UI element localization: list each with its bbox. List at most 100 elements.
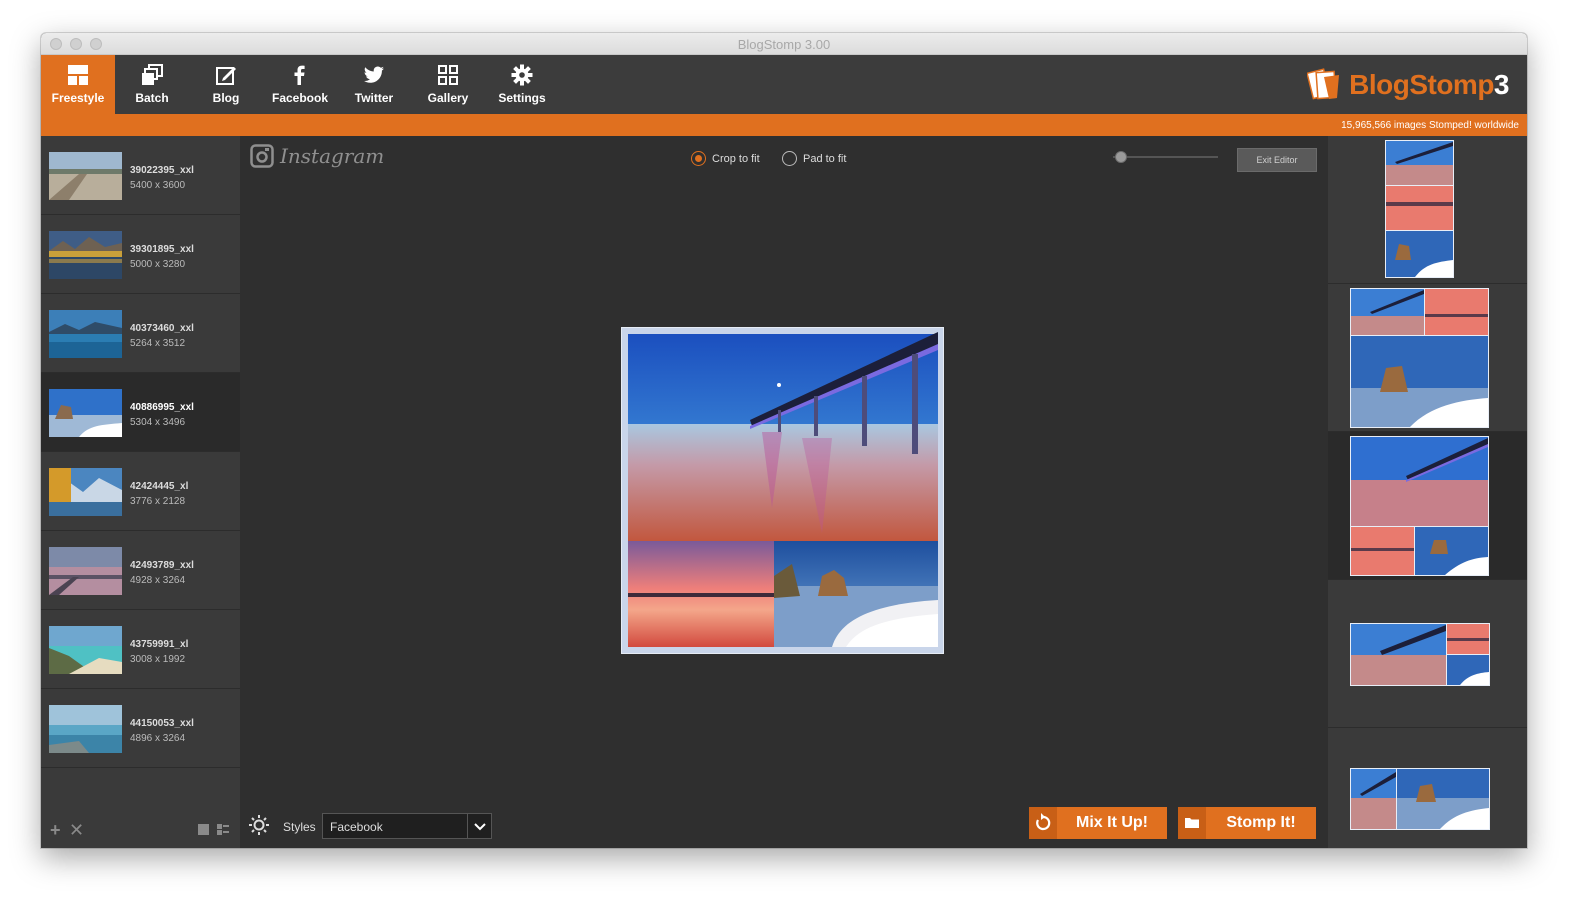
image-list-item[interactable]: 39301895_xxl 5000 x 3280 bbox=[41, 215, 240, 294]
crop-to-fit-option[interactable]: Crop to fit bbox=[691, 151, 760, 166]
styles-selected-value: Facebook bbox=[330, 820, 383, 834]
tab-twitter[interactable]: Twitter bbox=[337, 55, 411, 114]
mix-it-up-button[interactable]: Mix It Up! bbox=[1029, 807, 1167, 839]
stomp-it-button[interactable]: Stomp It! bbox=[1178, 807, 1316, 839]
tab-gallery[interactable]: Gallery bbox=[411, 55, 485, 114]
logo-version: 3 bbox=[1493, 69, 1510, 100]
layout-option-wide-split[interactable] bbox=[1328, 580, 1527, 728]
blogstomp-logo: BlogStomp3 bbox=[1307, 65, 1510, 105]
styles-label: Styles bbox=[283, 820, 316, 834]
image-thumbnail bbox=[49, 626, 122, 674]
layout-thumbnail bbox=[1350, 623, 1490, 686]
image-dimensions: 5000 x 3280 bbox=[130, 259, 186, 270]
preset-name: Instagram bbox=[280, 144, 385, 168]
layout-option-one-over-two[interactable] bbox=[1328, 432, 1527, 580]
freestyle-icon bbox=[68, 65, 88, 85]
instagram-icon bbox=[250, 144, 274, 168]
image-list-item[interactable]: 42493789_xxl 4928 x 3264 bbox=[41, 531, 240, 610]
tab-label: Blog bbox=[212, 91, 240, 105]
remove-image-icon[interactable]: ✕ bbox=[69, 820, 84, 841]
twitter-icon bbox=[363, 66, 384, 83]
stomp-logo-icon bbox=[1307, 68, 1340, 100]
exit-editor-button[interactable]: Exit Editor bbox=[1237, 148, 1317, 172]
image-name: 42493789_xxl bbox=[130, 560, 194, 571]
pad-radio[interactable] bbox=[782, 151, 797, 166]
image-name: 39301895_xxl bbox=[130, 244, 194, 255]
gallery-grid-icon bbox=[438, 65, 458, 85]
layout-thumbnail bbox=[1350, 436, 1489, 576]
pad-label: Pad to fit bbox=[803, 152, 847, 165]
image-list-item[interactable]: 40373460_xxl 5264 x 3512 bbox=[41, 294, 240, 373]
tab-freestyle[interactable]: Freestyle bbox=[41, 55, 115, 114]
window-title: BlogStomp 3.00 bbox=[737, 37, 831, 52]
tab-label: Gallery bbox=[427, 91, 469, 105]
tab-batch[interactable]: Batch bbox=[115, 55, 189, 114]
layout-thumbnail bbox=[1350, 288, 1489, 428]
batch-icon bbox=[142, 64, 163, 85]
layout-options-panel bbox=[1328, 136, 1527, 848]
image-thumbnail bbox=[49, 705, 122, 753]
image-name: 42424445_xl bbox=[130, 481, 189, 492]
facebook-icon bbox=[294, 65, 305, 85]
image-list-footer: + ✕ bbox=[41, 808, 240, 848]
image-name: 40886995_xxl bbox=[130, 402, 194, 413]
mix-it-up-label: Mix It Up! bbox=[1076, 814, 1148, 831]
image-thumbnail bbox=[49, 468, 122, 516]
stomp-counter: 15,965,566 images Stomped! worldwide bbox=[1341, 120, 1519, 131]
layout-thumbnail bbox=[1385, 140, 1454, 278]
preset-header: Instagram bbox=[250, 144, 384, 168]
gear-icon bbox=[511, 64, 533, 86]
tab-label: Settings bbox=[498, 91, 546, 105]
styles-dropdown[interactable]: Facebook bbox=[322, 813, 492, 839]
status-bar: 15,965,566 images Stomped! worldwide bbox=[41, 114, 1527, 136]
image-dimensions: 5400 x 3600 bbox=[130, 180, 186, 191]
tab-label: Facebook bbox=[271, 91, 328, 105]
image-name: 44150053_xxl bbox=[130, 718, 194, 729]
add-image-icon[interactable]: + bbox=[50, 820, 61, 841]
logo-wordmark: BlogStomp3 bbox=[1349, 69, 1509, 101]
tab-label: Freestyle bbox=[51, 91, 105, 105]
image-thumbnail bbox=[49, 389, 122, 437]
tab-label: Batch bbox=[135, 91, 169, 105]
pad-to-fit-option[interactable]: Pad to fit bbox=[782, 151, 846, 166]
blog-edit-icon bbox=[216, 67, 236, 85]
collage-preview bbox=[628, 332, 938, 647]
image-name: 40373460_xxl bbox=[130, 323, 194, 334]
image-dimensions: 5304 x 3496 bbox=[130, 417, 186, 428]
tab-facebook[interactable]: Facebook bbox=[263, 55, 337, 114]
tab-blog[interactable]: Blog bbox=[189, 55, 263, 114]
stomp-it-label: Stomp It! bbox=[1226, 814, 1296, 831]
layout-option-two-over-one[interactable] bbox=[1328, 284, 1527, 432]
zoom-slider-handle[interactable] bbox=[1115, 151, 1127, 163]
layout-option-vertical-three[interactable] bbox=[1328, 136, 1527, 284]
image-thumbnail bbox=[49, 547, 122, 595]
image-list-item[interactable]: 39022395_xxl 5400 x 3600 bbox=[41, 136, 240, 215]
image-thumbnail bbox=[49, 310, 122, 358]
image-dimensions: 4928 x 3264 bbox=[130, 575, 186, 586]
crop-radio[interactable] bbox=[691, 151, 706, 166]
image-name: 43759991_xl bbox=[130, 639, 189, 650]
layout-thumbnail bbox=[1350, 768, 1490, 830]
app-window: BlogStomp 3.00 Freestyle Batch Blog Face… bbox=[41, 33, 1527, 848]
layout-option-side-by-side[interactable] bbox=[1328, 728, 1527, 848]
zoom-slider[interactable] bbox=[1113, 151, 1218, 163]
image-thumbnail bbox=[49, 152, 122, 200]
brightness-icon[interactable] bbox=[249, 815, 269, 835]
image-list-item-selected[interactable]: 40886995_xxl 5304 x 3496 bbox=[41, 373, 240, 452]
image-name: 39022395_xxl bbox=[130, 165, 194, 176]
folder-icon bbox=[1178, 807, 1206, 839]
image-list-item[interactable]: 44150053_xxl 4896 x 3264 bbox=[41, 689, 240, 768]
list-view-icon[interactable] bbox=[217, 824, 229, 835]
main-toolbar: Freestyle Batch Blog Facebook Twitter Ga… bbox=[41, 55, 1527, 114]
crop-label: Crop to fit bbox=[712, 152, 760, 165]
editor-bottom-bar: Styles Facebook Mix It Up! Stomp It! bbox=[240, 804, 1328, 848]
tab-settings[interactable]: Settings bbox=[485, 55, 559, 114]
image-list-item[interactable]: 42424445_xl 3776 x 2128 bbox=[41, 452, 240, 531]
single-view-icon[interactable] bbox=[198, 824, 209, 835]
image-list-item[interactable]: 43759991_xl 3008 x 1992 bbox=[41, 610, 240, 689]
logo-name: BlogStomp bbox=[1349, 69, 1494, 100]
collage-canvas[interactable] bbox=[621, 327, 944, 654]
chevron-down-icon[interactable] bbox=[467, 814, 491, 838]
tab-label: Twitter bbox=[354, 91, 394, 105]
image-list-panel: 39022395_xxl 5400 x 3600 39301895_xxl 50… bbox=[41, 136, 240, 848]
